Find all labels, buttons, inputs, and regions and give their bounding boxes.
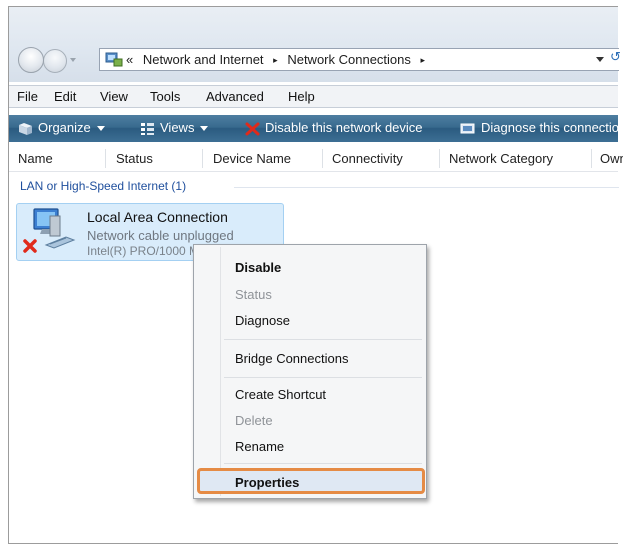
column-resize-handle[interactable] — [202, 149, 203, 168]
breadcrumb: « Network and Internet ▸ Network Connect… — [126, 52, 431, 67]
column-resize-handle[interactable] — [439, 149, 440, 168]
column-resize-handle[interactable] — [105, 149, 106, 168]
menu-help[interactable]: Help — [288, 89, 315, 104]
column-status[interactable]: Status — [116, 151, 153, 166]
address-dropdown-icon[interactable] — [596, 57, 604, 62]
column-name[interactable]: Name — [18, 151, 53, 166]
menu-item-rename[interactable]: Rename — [235, 439, 284, 454]
column-resize-handle[interactable] — [591, 149, 592, 168]
column-owner[interactable]: Owner — [600, 151, 623, 166]
group-divider — [234, 187, 619, 188]
menu-view[interactable]: View — [100, 89, 128, 104]
menu-item-disable[interactable]: Disable — [235, 260, 281, 275]
disconnected-x-icon — [23, 239, 37, 253]
title-bar: « Network and Internet ▸ Network Connect… — [9, 7, 621, 82]
column-header-row: Name Status Device Name Connectivity Net… — [9, 146, 623, 172]
network-folder-icon — [105, 52, 123, 67]
column-resize-handle[interactable] — [322, 149, 323, 168]
diagnose-connection-button[interactable]: Diagnose this connection — [460, 120, 623, 136]
breadcrumb-overflow[interactable]: « — [126, 52, 133, 67]
menu-item-properties[interactable]: Properties — [235, 475, 299, 490]
breadcrumb-arrow-icon[interactable]: ▸ — [421, 55, 426, 65]
views-icon — [141, 122, 154, 135]
recent-pages-dropdown[interactable] — [70, 58, 76, 62]
explorer-window: « Network and Internet ▸ Network Connect… — [8, 6, 623, 544]
breadcrumb-network-and-internet[interactable]: Network and Internet — [143, 52, 264, 67]
menu-edit[interactable]: Edit — [54, 89, 76, 104]
connection-name: Local Area Connection — [87, 209, 228, 225]
command-bar: Organize Views Disable this network devi… — [9, 115, 623, 142]
context-menu: Disable Status Diagnose Bridge Connectio… — [193, 244, 427, 499]
menu-item-bridge-connections[interactable]: Bridge Connections — [235, 351, 348, 366]
properties-highlight[interactable] — [197, 468, 425, 494]
menu-separator — [224, 463, 422, 464]
organize-button[interactable]: Organize — [18, 120, 105, 136]
menu-tools[interactable]: Tools — [150, 89, 180, 104]
menu-item-status: Status — [235, 287, 272, 302]
menu-item-diagnose[interactable]: Diagnose — [235, 313, 290, 328]
menu-advanced[interactable]: Advanced — [206, 89, 264, 104]
menu-separator — [224, 377, 422, 378]
menu-separator — [224, 339, 422, 340]
menu-file[interactable]: File — [17, 89, 38, 104]
menu-gutter — [220, 247, 221, 496]
organize-icon — [19, 122, 32, 135]
views-button[interactable]: Views — [140, 120, 209, 136]
breadcrumb-arrow-icon[interactable]: ▸ — [273, 55, 278, 65]
column-device-name[interactable]: Device Name — [213, 151, 291, 166]
network-adapter-icon — [23, 208, 76, 253]
group-header[interactable]: LAN or High-Speed Internet (1) — [20, 179, 186, 193]
menu-bar: File Edit View Tools Advanced Help — [9, 85, 618, 108]
forward-button[interactable] — [43, 49, 67, 73]
back-button[interactable] — [18, 47, 44, 73]
column-connectivity[interactable]: Connectivity — [332, 151, 403, 166]
breadcrumb-network-connections[interactable]: Network Connections — [287, 52, 411, 67]
refresh-icon[interactable]: ↺ — [610, 50, 621, 65]
red-x-icon — [245, 122, 260, 136]
address-bar[interactable]: « Network and Internet ▸ Network Connect… — [99, 48, 621, 71]
menu-item-delete: Delete — [235, 413, 273, 428]
diagnose-icon — [460, 123, 475, 134]
connection-status: Network cable unplugged — [87, 228, 234, 243]
connection-device: Intel(R) PRO/1000 MT — [87, 244, 207, 258]
column-network-category[interactable]: Network Category — [449, 151, 553, 166]
disable-device-button[interactable]: Disable this network device — [245, 120, 423, 136]
menu-item-create-shortcut[interactable]: Create Shortcut — [235, 387, 326, 402]
